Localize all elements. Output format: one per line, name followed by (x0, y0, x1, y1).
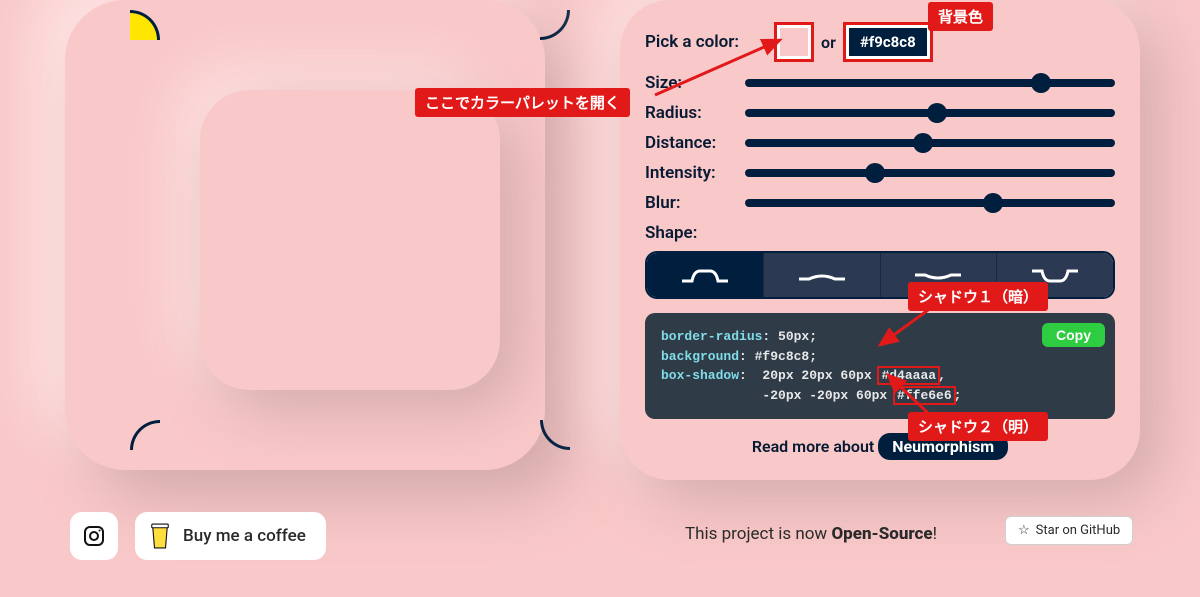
radius-label: Radius: (645, 103, 735, 123)
buy-coffee-button[interactable]: Buy me a coffee (135, 512, 326, 560)
shadow2-tail: ; (954, 388, 962, 403)
blur-label: Blur: (645, 193, 735, 213)
color-picker-row: Pick a color: or (645, 25, 1115, 59)
size-thumb[interactable] (1031, 73, 1051, 93)
intensity-slider-row: Intensity: (645, 163, 1115, 183)
distance-thumb[interactable] (913, 133, 933, 153)
distance-label: Distance: (645, 133, 735, 153)
shadow2-hex: #ffe6e6 (895, 388, 954, 403)
light-source-br-icon[interactable] (540, 420, 570, 450)
copy-button[interactable]: Copy (1042, 323, 1105, 347)
size-slider-row: Size: (645, 73, 1115, 93)
controls-panel: Pick a color: or Size: Radius: Distance:… (620, 0, 1140, 480)
light-source-tr-icon[interactable] (540, 10, 570, 40)
code-shadow-prefix: : 20px 20px 60px (739, 368, 879, 383)
annotation-bg-color: 背景色 (928, 2, 993, 31)
radius-slider[interactable] (745, 109, 1115, 117)
instagram-icon (82, 524, 106, 548)
shape-label: Shape: (645, 223, 697, 243)
os-pre: This project is now (685, 524, 831, 544)
coffee-label: Buy me a coffee (183, 526, 306, 546)
star-icon: ☆ (1018, 523, 1030, 538)
radius-slider-row: Radius: (645, 103, 1115, 123)
shadow1-hex: #d4aaaa (879, 368, 938, 383)
shape-flat-button[interactable] (647, 253, 764, 297)
shadow1-tail: , (938, 368, 946, 383)
size-label: Size: (645, 73, 735, 93)
code-prop-shadow: box-shadow (661, 368, 739, 383)
shape-flat-icon (680, 265, 730, 285)
code-val-radius: : 50px; (762, 329, 817, 344)
or-label: or (821, 33, 836, 52)
code-prop-radius: border-radius (661, 329, 762, 344)
blur-slider-row: Blur: (645, 193, 1115, 213)
neumorphic-preview (200, 90, 500, 390)
github-star-button[interactable]: ☆ Star on GitHub (1005, 516, 1133, 545)
instagram-button[interactable] (70, 512, 118, 560)
distance-slider[interactable] (745, 139, 1115, 147)
annotation-open-palette: ここでカラーパレットを開く (415, 88, 630, 117)
code-val-bg: : #f9c8c8; (739, 349, 817, 364)
read-more-prefix: Read more about (752, 437, 878, 456)
blur-thumb[interactable] (983, 193, 1003, 213)
distance-slider-row: Distance: (645, 133, 1115, 153)
annotation-shadow2: シャドウ２（明） (908, 412, 1048, 441)
radius-thumb[interactable] (927, 103, 947, 123)
code-prop-bg: background (661, 349, 739, 364)
annotation-shadow1: シャドウ１（暗） (908, 282, 1048, 311)
intensity-slider[interactable] (745, 169, 1115, 177)
size-slider[interactable] (745, 79, 1115, 87)
os-bold: Open-Source (831, 524, 932, 544)
blur-slider[interactable] (745, 199, 1115, 207)
os-tail: ! (933, 524, 937, 544)
github-label: Star on GitHub (1036, 523, 1121, 538)
shape-concave-button[interactable] (764, 253, 881, 297)
shape-concave-icon (797, 265, 847, 285)
code-shadow-line2-prefix: -20px -20px 60px (661, 388, 895, 403)
pick-color-label: Pick a color: (645, 32, 739, 52)
color-swatch[interactable] (777, 25, 811, 59)
css-code-block: Copy border-radius: 50px; background: #f9… (645, 313, 1115, 419)
intensity-thumb[interactable] (865, 163, 885, 183)
open-source-text: This project is now Open-Source! (685, 524, 937, 544)
color-hex-input[interactable] (846, 25, 930, 59)
coffee-cup-icon (149, 522, 171, 550)
intensity-label: Intensity: (645, 163, 735, 183)
